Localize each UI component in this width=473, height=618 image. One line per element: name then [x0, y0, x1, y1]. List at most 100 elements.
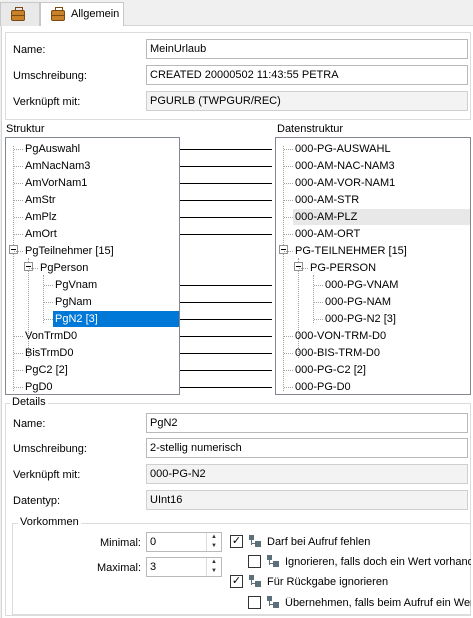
ignorieren-checkbox[interactable] [248, 555, 261, 568]
datenstruktur-tree[interactable]: 000-PG-AUSWAHL 000-AM-NAC-NAM3 000-AM-VOR-… [275, 137, 471, 395]
tree-node-icon [249, 535, 261, 547]
tree-node[interactable]: PgD0 [23, 379, 55, 394]
tree-node[interactable]: PG-TEILNEHMER [15] [293, 243, 409, 259]
datenstruktur-label: Datenstruktur [277, 123, 344, 135]
tree-branch-line [284, 166, 293, 167]
mapping-connector-line [180, 217, 272, 218]
tree-node[interactable]: PgAuswahl [23, 141, 82, 157]
mapping-connector-line [180, 285, 272, 286]
briefcase-icon [11, 7, 25, 21]
tree-node[interactable]: 000-PG-C2 [2] [293, 362, 368, 378]
tree-node[interactable]: 000-AM-PLZ [293, 209, 470, 225]
tree-node[interactable]: 000-PG-D0 [293, 379, 353, 394]
tree-node[interactable]: PgVnam [53, 277, 99, 293]
tree-branch-line [14, 251, 23, 252]
collapse-toggle[interactable] [24, 262, 33, 271]
mapping-connector-line [180, 336, 272, 337]
uebernehmen-checkbox[interactable] [248, 596, 261, 609]
detail-linked-field: 000-PG-N2 [146, 464, 468, 484]
tree-node[interactable]: 000-PG-NAM [323, 294, 393, 310]
spin-down-icon[interactable]: ▼ [207, 542, 221, 551]
tree-guide-line [43, 275, 44, 323]
tab-unnamed[interactable] [0, 2, 40, 26]
tree-branch-line [29, 268, 38, 269]
mapping-connector-line [180, 166, 272, 167]
spin-down-icon[interactable]: ▼ [207, 567, 221, 576]
tree-node[interactable]: 000-PG-AUSWAHL [293, 141, 393, 157]
struktur-label: Struktur [6, 123, 45, 135]
tree-branch-line [14, 166, 23, 167]
detail-linked-label: Verknüpft mit: [13, 469, 81, 481]
tree-branch-line [284, 217, 293, 218]
maximal-label: Maximal: [97, 562, 142, 574]
tree-node[interactable]: 000-BIS-TRM-D0 [293, 345, 382, 361]
mapping-connector-line [180, 200, 272, 201]
tree-branch-line [314, 319, 323, 320]
spin-up-icon[interactable]: ▲ [207, 533, 221, 542]
collapse-toggle[interactable] [294, 262, 303, 271]
tree-branch-line [14, 353, 23, 354]
tree-branch-line [284, 387, 293, 388]
detail-description-label: Umschreibung: [13, 443, 87, 455]
tree-node[interactable]: PG-PERSON [308, 260, 378, 276]
tree-node[interactable]: AmPlz [23, 209, 59, 225]
briefcase-icon [51, 7, 65, 21]
tree-node[interactable]: PgC2 [2] [23, 362, 70, 378]
detail-description-field[interactable]: 2-stellig numerisch [146, 438, 468, 458]
tree-node[interactable]: AmStr [23, 192, 58, 208]
tree-node-icon [267, 555, 279, 567]
mapping-connector-line [180, 370, 272, 371]
tree-node[interactable]: PgNam [53, 294, 94, 310]
spin-up-icon[interactable]: ▲ [207, 558, 221, 567]
tree-node[interactable]: PgTeilnehmer [15] [23, 243, 116, 259]
tree-branch-line [314, 285, 323, 286]
minimal-stepper[interactable]: 0 ▲ ▼ [146, 532, 222, 552]
tree-branch-line [44, 285, 53, 286]
detail-name-label: Name: [13, 418, 46, 430]
name-label: Name: [13, 44, 46, 56]
tree-node[interactable]: 000-AM-VOR-NAM1 [293, 175, 397, 191]
linked-field: PGURLB (TWPGUR/REC) [146, 91, 468, 111]
maximal-stepper[interactable]: 3 ▲ ▼ [146, 557, 222, 577]
rueckgabe-ignorieren-checkbox[interactable]: ✓ [230, 575, 243, 588]
tree-branch-line [299, 268, 308, 269]
description-field[interactable]: CREATED 20000502 11:43:55 PETRA [146, 65, 468, 85]
tree-node[interactable]: 000-AM-NAC-NAM3 [293, 158, 397, 174]
tree-node[interactable]: PgN2 [3] [53, 311, 179, 327]
tree-node[interactable]: 000-PG-N2 [3] [323, 311, 398, 327]
tree-branch-line [284, 370, 293, 371]
tree-node[interactable]: 000-AM-ORT [293, 226, 362, 242]
tree-branch-line [14, 234, 23, 235]
tree-node-icon [267, 596, 279, 608]
tab-allgemein[interactable]: Allgemein [40, 2, 124, 27]
struktur-tree[interactable]: PgAuswahl AmNacNam3 AmVorNam1 AmStr AmPlz AmO… [5, 137, 180, 395]
minimal-value: 0 [150, 536, 157, 548]
name-field[interactable]: MeinUrlaub [146, 39, 468, 59]
tree-node[interactable]: AmOrt [23, 226, 59, 242]
collapse-toggle[interactable] [279, 245, 288, 254]
tree-branch-line [44, 302, 53, 303]
tree-node-icon [249, 575, 261, 587]
tree-branch-line [284, 183, 293, 184]
collapse-toggle[interactable] [9, 245, 18, 254]
tree-branch-line [44, 319, 53, 320]
tree-node[interactable]: 000-AM-STR [293, 192, 361, 208]
tree-node[interactable]: AmNacNam3 [23, 158, 92, 174]
tab-bar: Allgemein [0, 0, 473, 27]
tree-branch-line [14, 200, 23, 201]
tree-node[interactable]: 000-PG-VNAM [323, 277, 400, 293]
darf-fehlen-checkbox[interactable]: ✓ [230, 535, 243, 548]
tree-node[interactable]: BisTrmD0 [23, 345, 75, 361]
tree-branch-line [14, 370, 23, 371]
mapping-connector-line [180, 183, 272, 184]
tree-branch-line [14, 387, 23, 388]
tree-node[interactable]: AmVorNam1 [23, 175, 89, 191]
tree-node[interactable]: PgPerson [38, 260, 90, 276]
tree-node[interactable]: 000-VON-TRM-D0 [293, 328, 388, 344]
detail-name-field[interactable]: PgN2 [146, 413, 468, 433]
tree-branch-line [14, 217, 23, 218]
tree-node[interactable]: VonTrmD0 [23, 328, 79, 344]
tab-allgemein-label: Allgemein [71, 8, 120, 20]
ignorieren-label: Ignorieren, falls doch ein Wert vorhande… [285, 556, 471, 568]
mapping-connector-line [180, 319, 272, 320]
